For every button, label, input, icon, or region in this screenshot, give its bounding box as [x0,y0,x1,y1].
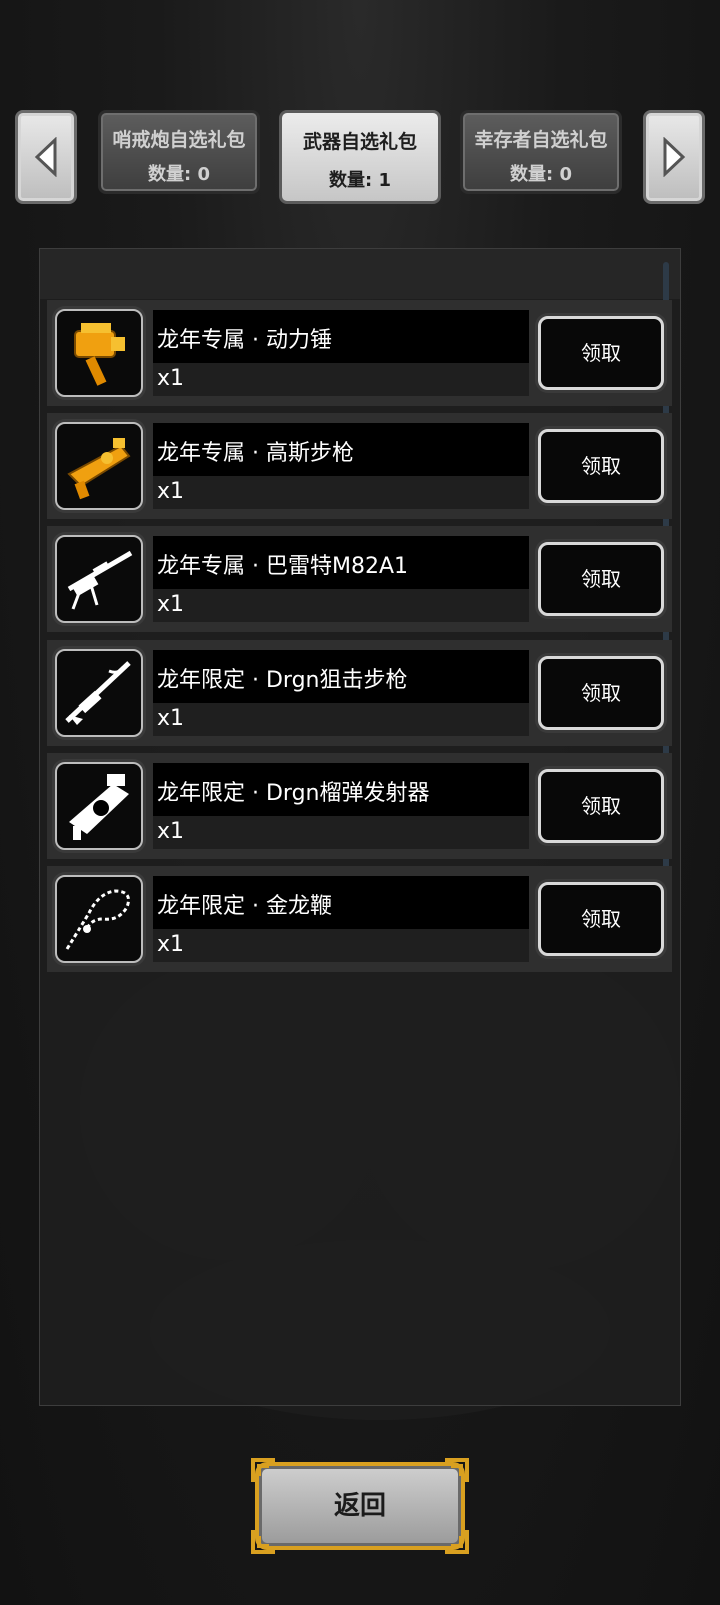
item-name: 龙年限定 · Drgn榴弹发射器 [157,781,430,806]
tab-count: 数量: 1 [329,170,391,191]
power-hammer-icon [74,323,125,386]
tab-title: 幸存者自选礼包 [474,129,608,151]
back-button[interactable]: 返回 [255,1462,465,1550]
item-icon-frame [55,309,143,397]
claim-button[interactable]: 领取 [538,882,664,956]
item-quantity: x1 [157,479,185,504]
back-button-wrap: 返回 [251,1458,469,1554]
dragon-sniper-icon [65,661,131,725]
item-icon-frame [55,762,143,850]
item-name: 龙年专属 · 高斯步枪 [157,441,354,466]
claim-button[interactable]: 领取 [538,769,664,843]
corner-ornament-icon [251,1530,275,1554]
item-quantity: x1 [157,706,185,731]
claim-button[interactable]: 领取 [538,542,664,616]
next-tab-button[interactable] [643,110,705,204]
claim-button[interactable]: 领取 [538,316,664,390]
list-item: 龙年专属 · 巴雷特M82A1 x1 领取 [47,526,672,632]
corner-ornament-icon [445,1530,469,1554]
item-icon-frame [55,649,143,737]
tab-weapon-pack[interactable]: 武器自选礼包 数量: 1 [279,110,441,204]
item-quantity: x1 [157,366,185,391]
tab-survivor-pack[interactable]: 幸存者自选礼包 数量: 0 [460,110,622,194]
claim-button[interactable]: 领取 [538,656,664,730]
list-item: 龙年专属 · 高斯步枪 x1 领取 [47,413,672,519]
claim-button[interactable]: 领取 [538,429,664,503]
tab-count: 数量: 0 [510,164,572,185]
arrow-left-icon [34,137,57,177]
golden-dragon-whip-icon [65,889,130,950]
dragon-grenade-launcher-icon [69,774,129,840]
gauss-rifle-icon [67,438,131,500]
tab-title: 哨戒炮自选礼包 [112,129,246,151]
item-name: 龙年限定 · Drgn狙击步枪 [157,668,408,693]
item-name: 龙年限定 · 金龙鞭 [157,894,332,919]
list-item: 龙年限定 · Drgn榴弹发射器 x1 领取 [47,753,672,859]
item-name: 龙年专属 · 巴雷特M82A1 [157,554,409,579]
arrow-right-icon [663,137,686,177]
item-icon-frame [55,422,143,510]
item-quantity: x1 [157,819,185,844]
tab-title: 武器自选礼包 [302,131,417,153]
list-item: 龙年专属 · 动力锤 x1 领取 [47,300,672,406]
list-item: 龙年限定 · Drgn狙击步枪 x1 领取 [47,640,672,746]
prev-tab-button[interactable] [15,110,77,204]
barrett-rifle-icon [67,550,133,610]
item-name: 龙年专属 · 动力锤 [157,328,332,353]
list-item: 龙年限定 · 金龙鞭 x1 领取 [47,866,672,972]
corner-ornament-icon [251,1458,275,1482]
item-icon-frame [55,875,143,963]
item-quantity: x1 [157,932,185,957]
corner-ornament-icon [445,1458,469,1482]
item-icon-frame [55,535,143,623]
item-quantity: x1 [157,592,185,617]
tab-count: 数量: 0 [148,164,210,185]
tab-sentry-gun-pack[interactable]: 哨戒炮自选礼包 数量: 0 [98,110,260,194]
